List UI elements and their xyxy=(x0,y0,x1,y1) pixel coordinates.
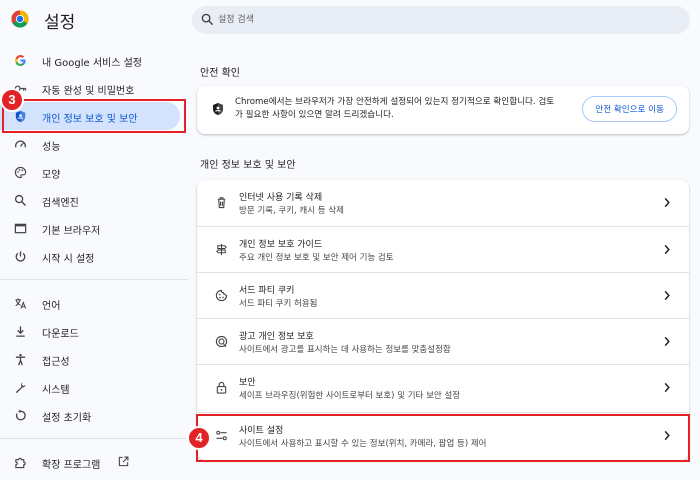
row-subtitle: 서드 파티 쿠키 허용됨 xyxy=(239,299,318,309)
row-subtitle: 주요 개인 정보 보호 및 보안 제어 기능 검토 xyxy=(239,253,394,263)
row-security[interactable]: 보안 세이프 브라우징(위험한 사이트로부터 보호) 및 기타 보안 설정 xyxy=(197,364,689,410)
trash-icon xyxy=(217,197,226,209)
sidebar-item-autofill[interactable]: 자동 완성 및 비밀번호 xyxy=(0,74,188,102)
chevron-right-icon xyxy=(664,290,670,301)
search-icon xyxy=(201,13,214,26)
safety-check-description: Chrome에서는 브라우저가 가장 안전하게 설정되어 있는지 정기적으로 확… xyxy=(235,97,555,120)
sidebar-item-label: 검색엔진 xyxy=(42,198,79,209)
privacy-security-heading: 개인 정보 보호 및 보안 xyxy=(200,160,296,171)
sidebar-item-extensions[interactable]: 확장 프로그램 xyxy=(0,448,188,476)
cookie-icon xyxy=(215,289,228,302)
row-title: 서드 파티 쿠키 xyxy=(239,286,295,296)
search-input[interactable] xyxy=(218,11,658,29)
sidebar-item-label: 언어 xyxy=(42,301,61,312)
row-clear-browsing-data[interactable]: 인터넷 사용 기록 삭제 방문 기록, 쿠키, 캐시 등 삭제 xyxy=(197,180,689,226)
palette-icon xyxy=(14,166,27,179)
safety-check-heading: 안전 확인 xyxy=(200,68,240,79)
accessibility-icon xyxy=(15,353,26,366)
sidebar-item-reset-settings[interactable]: 설정 초기화 xyxy=(0,401,188,429)
sidebar-item-label: 내 Google 서비스 설정 xyxy=(42,58,142,69)
sidebar-item-label: 모양 xyxy=(42,170,61,181)
safety-check-button[interactable]: 안전 확인으로 이동 xyxy=(582,96,677,122)
row-third-party-cookies[interactable]: 서드 파티 쿠키 서드 파티 쿠키 허용됨 xyxy=(197,272,689,318)
row-subtitle: 방문 기록, 쿠키, 캐시 등 삭제 xyxy=(239,206,344,216)
sidebar-item-label: 접근성 xyxy=(42,357,70,368)
header: 설정 xyxy=(0,0,700,40)
sidebar-item-label: 기본 브라우저 xyxy=(42,226,101,237)
speedometer-icon xyxy=(15,140,26,148)
highlight-box-privacy xyxy=(2,99,186,133)
translate-icon xyxy=(15,298,27,309)
search-box[interactable] xyxy=(192,6,690,34)
browser-window-icon xyxy=(14,223,27,234)
chrome-logo-icon xyxy=(11,10,29,28)
row-ad-privacy[interactable]: 광고 개인 정보 보호 사이트에서 광고를 표시하는 데 사용하는 정보를 맞춤… xyxy=(197,318,689,364)
row-title: 보안 xyxy=(239,378,256,388)
chevron-right-icon xyxy=(664,244,670,255)
row-title: 광고 개인 정보 보호 xyxy=(239,332,314,342)
download-icon xyxy=(16,326,25,337)
extension-icon xyxy=(15,457,26,469)
sidebar-item-label: 시작 시 설정 xyxy=(42,254,95,265)
sidebar-item-label: 시스템 xyxy=(42,385,70,396)
chevron-right-icon xyxy=(664,382,670,393)
sidebar-item-label: 설정 초기화 xyxy=(42,413,92,424)
sidebar-divider xyxy=(0,279,188,280)
sidebar-item-appearance[interactable]: 모양 xyxy=(0,158,188,186)
search-icon xyxy=(14,194,27,207)
row-title: 인터넷 사용 기록 삭제 xyxy=(239,193,323,203)
sidebar-item-on-startup[interactable]: 시작 시 설정 xyxy=(0,242,188,270)
chevron-right-icon xyxy=(664,197,670,208)
sidebar-item-downloads[interactable]: 다운로드 xyxy=(0,317,188,345)
sidebar-item-languages[interactable]: 언어 xyxy=(0,289,188,317)
row-subtitle: 사이트에서 광고를 표시하는 데 사용하는 정보를 맞춤설정함 xyxy=(239,345,451,355)
sidebar-item-performance[interactable]: 성능 xyxy=(0,130,188,158)
power-icon xyxy=(15,251,26,262)
row-privacy-guide[interactable]: 개인 정보 보호 가이드 주요 개인 정보 보호 및 보안 제어 기능 검토 xyxy=(197,226,689,272)
sidebar-item-label: 자동 완성 및 비밀번호 xyxy=(42,86,135,97)
open-in-new-icon xyxy=(118,456,129,467)
google-icon xyxy=(15,55,26,66)
sidebar-divider xyxy=(0,438,188,439)
shield-icon xyxy=(213,103,223,115)
sidebar-item-label: 다운로드 xyxy=(42,329,79,340)
lock-icon xyxy=(216,381,227,394)
step-badge-4: 4 xyxy=(187,426,211,450)
chevron-right-icon xyxy=(664,336,670,347)
highlight-box-site-settings xyxy=(196,414,690,462)
guide-icon xyxy=(216,243,227,256)
sidebar-item-default-browser[interactable]: 기본 브라우저 xyxy=(0,214,188,242)
step-badge-3: 3 xyxy=(0,88,24,112)
safety-check-card: Chrome에서는 브라우저가 가장 안전하게 설정되어 있는지 정기적으로 확… xyxy=(197,86,689,134)
row-title: 개인 정보 보호 가이드 xyxy=(239,240,323,250)
row-subtitle: 세이프 브라우징(위험한 사이트로부터 보호) 및 기타 보안 설정 xyxy=(239,391,461,401)
wrench-icon xyxy=(15,382,26,394)
sidebar-item-accessibility[interactable]: 접근성 xyxy=(0,345,188,373)
sidebar-item-label: 확장 프로그램 xyxy=(42,460,101,471)
sidebar-item-search-engine[interactable]: 검색엔진 xyxy=(0,186,188,214)
ad-privacy-icon xyxy=(215,335,228,348)
sidebar-item-label: 성능 xyxy=(42,142,61,153)
page-title: 설정 xyxy=(44,13,76,33)
reset-icon xyxy=(15,409,26,421)
sidebar-item-system[interactable]: 시스템 xyxy=(0,373,188,401)
sidebar-item-google-services[interactable]: 내 Google 서비스 설정 xyxy=(0,46,188,74)
